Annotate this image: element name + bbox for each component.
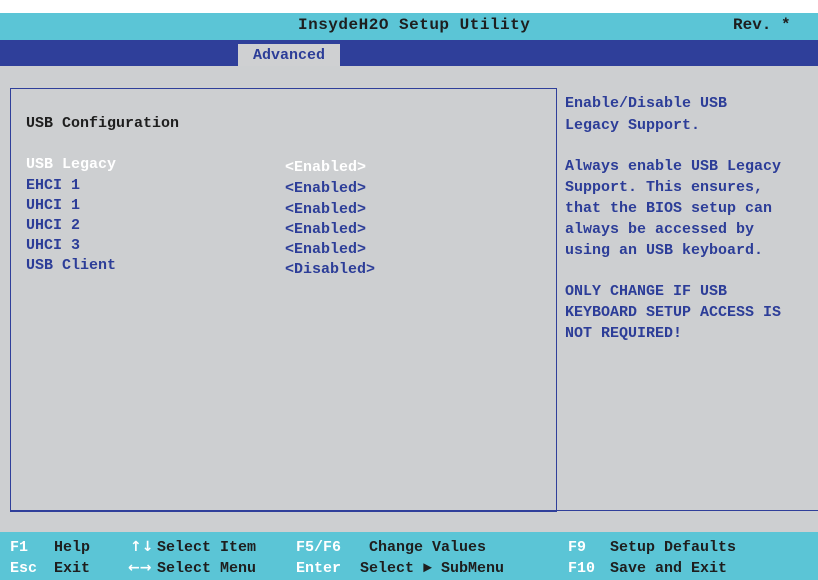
select-submenu-label: Select ► SubMenu [360,560,505,577]
key-f1[interactable]: F1 [10,539,28,556]
key-f9[interactable]: F9 [568,539,586,556]
save-and-exit-label: Save and Exit [610,560,728,577]
help-text-line: that the BIOS setup can [565,200,773,217]
setting-ehci-1-value[interactable]: <Enabled> [285,180,366,197]
help-text-line: Support. This ensures, [565,179,764,196]
key-f10[interactable]: F10 [568,560,595,577]
key-f5-f6[interactable]: F5/F6 [296,539,341,556]
select-menu-label: Select Menu [157,560,257,577]
left-right-arrow-icon: ←→ [128,560,152,576]
setting-uhci-1-value[interactable]: <Enabled> [285,201,366,218]
tab-bar: Advanced [0,40,818,66]
setting-usb-client-value[interactable]: <Disabled> [285,261,375,278]
setting-uhci-3-value[interactable]: <Enabled> [285,241,366,258]
up-down-arrow-icon: ↑↓ [130,539,154,555]
revision-label: Rev. * [733,16,791,34]
help-text-line: Enable/Disable USB [565,95,728,112]
section-title: USB Configuration [26,115,180,132]
select-item-label: Select Item [157,539,257,556]
setting-usb-legacy[interactable]: USB Legacy [26,156,116,173]
help-text-line: always be accessed by [565,221,755,238]
title-bar: InsydeH2O Setup Utility Rev. * [0,13,818,40]
help-text-line: using an USB keyboard. [565,242,764,259]
panel-divider [556,88,557,512]
setting-usb-legacy-value[interactable]: <Enabled> [285,159,366,176]
key-esc-label: Exit [54,560,91,577]
help-text-line: ONLY CHANGE IF USB [565,283,728,300]
setting-uhci-3[interactable]: UHCI 3 [26,237,80,254]
help-text-line: KEYBOARD SETUP ACCESS IS [565,304,782,321]
help-text-line: NOT REQUIRED! [565,325,683,342]
key-enter[interactable]: Enter [296,560,341,577]
panel-bottom-border [10,510,818,511]
key-f1-label: Help [54,539,91,556]
help-text-line: Legacy Support. [565,117,701,134]
help-text-line: Always enable USB Legacy [565,158,782,175]
setup-defaults-label: Setup Defaults [610,539,737,556]
setting-uhci-2[interactable]: UHCI 2 [26,217,80,234]
tab-advanced[interactable]: Advanced [238,44,340,66]
setting-ehci-1[interactable]: EHCI 1 [26,177,80,194]
change-values-label: Change Values [369,539,487,556]
app-title: InsydeH2O Setup Utility [298,16,531,34]
setting-usb-client[interactable]: USB Client [26,257,116,274]
setting-uhci-2-value[interactable]: <Enabled> [285,221,366,238]
key-esc[interactable]: Esc [10,560,37,577]
settings-panel [10,88,557,512]
setting-uhci-1[interactable]: UHCI 1 [26,197,80,214]
